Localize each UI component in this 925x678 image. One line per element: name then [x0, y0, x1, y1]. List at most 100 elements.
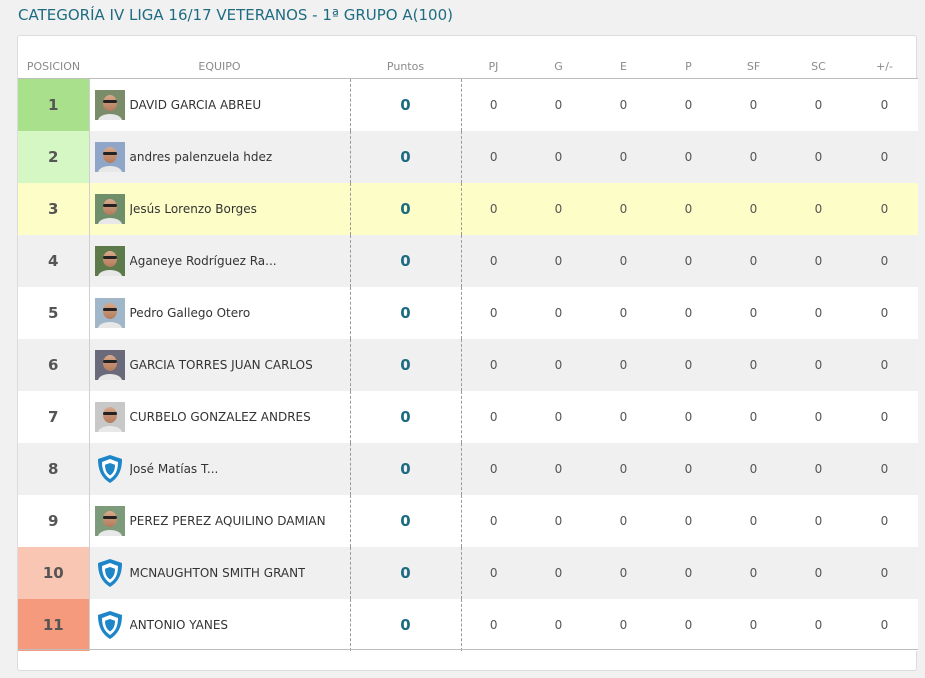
g-cell: 0 — [526, 287, 591, 339]
pj-cell: 0 — [461, 131, 526, 183]
team-name[interactable]: andres palenzuela hdez — [130, 150, 273, 164]
team-name[interactable]: Pedro Gallego Otero — [130, 306, 251, 320]
shield-icon — [97, 455, 122, 483]
team-cell[interactable]: GARCIA TORRES JUAN CARLOS — [89, 339, 351, 391]
player-photo-icon — [94, 298, 125, 328]
team-cell[interactable]: MCNAUGHTON SMITH GRANT — [89, 547, 351, 599]
pj-cell: 0 — [461, 183, 526, 235]
header-posicion[interactable]: POSICION — [18, 54, 89, 79]
diff-cell: 0 — [851, 495, 918, 547]
team-name[interactable]: GARCIA TORRES JUAN CARLOS — [130, 358, 313, 372]
position-cell: 11 — [18, 599, 90, 651]
p-cell: 0 — [656, 599, 721, 651]
sc-cell: 0 — [786, 391, 851, 443]
e-cell: 0 — [591, 131, 656, 183]
team-cell[interactable]: ANTONIO YANES — [89, 599, 351, 651]
table-row[interactable]: 1 DAVID GARCIA ABREU 0 0 0 0 0 0 0 0 — [18, 78, 918, 131]
header-pj[interactable]: PJ — [461, 54, 526, 79]
diff-cell: 0 — [851, 547, 918, 599]
team-name[interactable]: ANTONIO YANES — [130, 618, 229, 632]
team-cell[interactable]: José Matías T... — [89, 443, 351, 495]
team-cell[interactable]: Pedro Gallego Otero — [89, 287, 351, 339]
diff-cell: 0 — [851, 78, 918, 131]
position-cell: 6 — [18, 339, 90, 391]
sc-cell: 0 — [786, 78, 851, 131]
table-row[interactable]: 11 ANTONIO YANES 0 0 0 0 0 0 0 0 — [18, 599, 918, 651]
team-cell[interactable]: DAVID GARCIA ABREU — [89, 78, 351, 131]
team-name[interactable]: MCNAUGHTON SMITH GRANT — [130, 566, 306, 580]
player-photo-icon — [94, 506, 125, 536]
e-cell: 0 — [591, 287, 656, 339]
header-e[interactable]: E — [591, 54, 656, 79]
table-header-row: POSICION EQUIPO Puntos PJ G E P SF SC +/… — [18, 54, 918, 79]
p-cell: 0 — [656, 443, 721, 495]
header-equipo[interactable]: EQUIPO — [89, 54, 350, 79]
p-cell: 0 — [656, 183, 721, 235]
position-cell: 1 — [18, 78, 90, 131]
team-name[interactable]: Aganeye Rodríguez Ra... — [130, 254, 277, 268]
header-sc[interactable]: SC — [786, 54, 851, 79]
team-name[interactable]: José Matías T... — [130, 462, 219, 476]
sc-cell: 0 — [786, 131, 851, 183]
sc-cell: 0 — [786, 443, 851, 495]
header-puntos[interactable]: Puntos — [350, 54, 461, 79]
team-name[interactable]: Jesús Lorenzo Borges — [130, 202, 257, 216]
standings-card: POSICION EQUIPO Puntos PJ G E P SF SC +/… — [17, 35, 918, 671]
table-row[interactable]: 3 Jesús Lorenzo Borges 0 0 0 0 0 0 0 0 — [18, 183, 918, 235]
table-row[interactable]: 4 Aganeye Rodríguez Ra... 0 0 0 0 0 0 0 0 — [18, 235, 918, 287]
table-row[interactable]: 5 Pedro Gallego Otero 0 0 0 0 0 0 0 0 — [18, 287, 918, 339]
pj-cell: 0 — [461, 339, 526, 391]
pj-cell: 0 — [461, 78, 526, 131]
sf-cell: 0 — [721, 131, 786, 183]
table-row[interactable]: 6 GARCIA TORRES JUAN CARLOS 0 0 0 0 0 0 0 0 — [18, 339, 918, 391]
team-name[interactable]: CURBELO GONZALEZ ANDRES — [130, 410, 311, 424]
position-cell: 5 — [18, 287, 90, 339]
standings-body: 1 DAVID GARCIA ABREU 0 0 0 0 0 0 0 0 2 andres palen… — [18, 78, 918, 651]
header-p[interactable]: P — [656, 54, 721, 79]
e-cell: 0 — [591, 78, 656, 131]
shield-icon — [97, 611, 122, 639]
table-row[interactable]: 7 CURBELO GONZALEZ ANDRES 0 0 0 0 0 0 0 0 — [18, 391, 918, 443]
table-row[interactable]: 10 MCNAUGHTON SMITH GRANT 0 0 0 0 0 0 0 0 — [18, 547, 918, 599]
team-cell[interactable]: andres palenzuela hdez — [89, 131, 351, 183]
header-diff[interactable]: +/- — [851, 54, 918, 79]
sc-cell: 0 — [786, 287, 851, 339]
e-cell: 0 — [591, 495, 656, 547]
table-row[interactable]: 8 José Matías T... 0 0 0 0 0 0 0 0 — [18, 443, 918, 495]
team-cell[interactable]: CURBELO GONZALEZ ANDRES — [89, 391, 351, 443]
sf-cell: 0 — [721, 443, 786, 495]
team-cell[interactable]: PEREZ PEREZ AQUILINO DAMIAN — [89, 495, 351, 547]
table-row[interactable]: 2 andres palenzuela hdez 0 0 0 0 0 0 0 0 — [18, 131, 918, 183]
header-sf[interactable]: SF — [721, 54, 786, 79]
e-cell: 0 — [591, 339, 656, 391]
header-g[interactable]: G — [526, 54, 591, 79]
points-cell: 0 — [350, 131, 462, 183]
position-cell: 9 — [18, 495, 90, 547]
e-cell: 0 — [591, 391, 656, 443]
sf-cell: 0 — [721, 183, 786, 235]
g-cell: 0 — [526, 183, 591, 235]
sc-cell: 0 — [786, 339, 851, 391]
p-cell: 0 — [656, 235, 721, 287]
position-cell: 4 — [18, 235, 90, 287]
table-row[interactable]: 9 PEREZ PEREZ AQUILINO DAMIAN 0 0 0 0 0 0 0 0 — [18, 495, 918, 547]
sc-cell: 0 — [786, 183, 851, 235]
sc-cell: 0 — [786, 599, 851, 651]
team-name[interactable]: DAVID GARCIA ABREU — [130, 98, 262, 112]
sf-cell: 0 — [721, 78, 786, 131]
points-cell: 0 — [350, 443, 462, 495]
sc-cell: 0 — [786, 547, 851, 599]
position-cell: 8 — [18, 443, 90, 495]
p-cell: 0 — [656, 78, 721, 131]
points-cell: 0 — [350, 391, 462, 443]
points-cell: 0 — [350, 339, 462, 391]
team-cell[interactable]: Aganeye Rodríguez Ra... — [89, 235, 351, 287]
g-cell: 0 — [526, 547, 591, 599]
position-cell: 3 — [18, 183, 90, 235]
team-name[interactable]: PEREZ PEREZ AQUILINO DAMIAN — [130, 514, 326, 528]
diff-cell: 0 — [851, 443, 918, 495]
sf-cell: 0 — [721, 287, 786, 339]
pj-cell: 0 — [461, 443, 526, 495]
points-cell: 0 — [350, 78, 462, 131]
team-cell[interactable]: Jesús Lorenzo Borges — [89, 183, 351, 235]
